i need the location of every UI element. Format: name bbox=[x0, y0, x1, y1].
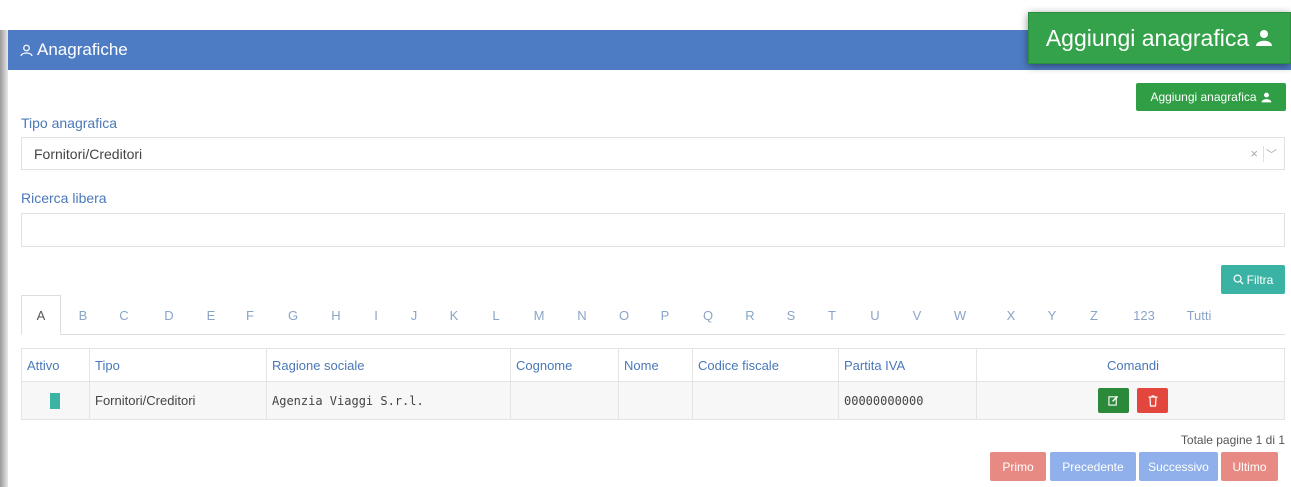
edit-button[interactable] bbox=[1097, 388, 1129, 413]
first-page-button[interactable]: Primo bbox=[990, 452, 1046, 481]
chevron-down-icon[interactable]: ﹀ bbox=[1266, 146, 1277, 162]
column-header-cognome[interactable]: Cognome bbox=[510, 348, 619, 382]
previous-page-button[interactable]: Precedente bbox=[1050, 452, 1136, 481]
last-page-button[interactable]: Ultimo bbox=[1221, 452, 1278, 481]
cell-nome bbox=[618, 381, 693, 420]
active-status-marker bbox=[50, 392, 60, 409]
search-icon bbox=[1233, 274, 1244, 285]
table-row: Fornitori/Creditori Agenzia Viaggi S.r.l… bbox=[21, 381, 1285, 420]
trash-icon bbox=[1148, 394, 1158, 407]
tab-o[interactable]: O bbox=[614, 295, 634, 335]
filter-label: Filtra bbox=[1246, 272, 1274, 287]
column-header-codice-fiscale[interactable]: Codice fiscale bbox=[692, 348, 839, 382]
page-title: Anagrafiche bbox=[37, 40, 128, 59]
users-icon bbox=[20, 44, 33, 56]
tab-y[interactable]: Y bbox=[1042, 295, 1062, 335]
tab-tutti[interactable]: Tutti bbox=[1181, 295, 1217, 335]
window-left-edge bbox=[0, 30, 8, 487]
cell-attivo bbox=[21, 381, 90, 420]
tab-e[interactable]: E bbox=[201, 295, 221, 335]
tab-i[interactable]: I bbox=[366, 295, 386, 335]
user-icon bbox=[1261, 92, 1271, 102]
tab-u[interactable]: U bbox=[865, 295, 885, 335]
cell-partita-iva: 00000000000 bbox=[838, 381, 977, 420]
cell-ragione-sociale: Agenzia Viaggi S.r.l. bbox=[266, 381, 511, 420]
tab-j[interactable]: J bbox=[404, 295, 424, 335]
edit-icon bbox=[1108, 395, 1118, 406]
alphabet-tabs: A B C D E F G H I J K L M N O P Q R S T … bbox=[21, 295, 1285, 335]
tab-p[interactable]: P bbox=[655, 295, 675, 335]
table-header-row: Attivo Tipo Ragione sociale Cognome Nome… bbox=[21, 348, 1285, 382]
tab-k[interactable]: K bbox=[444, 295, 464, 335]
tab-c[interactable]: C bbox=[114, 295, 134, 335]
column-header-nome[interactable]: Nome bbox=[618, 348, 693, 382]
tab-b[interactable]: B bbox=[73, 295, 93, 335]
tab-d[interactable]: D bbox=[159, 295, 179, 335]
column-header-ragione-sociale[interactable]: Ragione sociale bbox=[266, 348, 511, 382]
tab-z[interactable]: Z bbox=[1084, 295, 1104, 335]
tab-v[interactable]: V bbox=[907, 295, 927, 335]
next-page-button[interactable]: Successivo bbox=[1139, 452, 1218, 481]
tab-123[interactable]: 123 bbox=[1127, 295, 1161, 335]
tab-a[interactable]: A bbox=[21, 295, 61, 335]
tab-m[interactable]: M bbox=[529, 295, 549, 335]
type-select[interactable]: Fornitori/Creditori × ﹀ bbox=[21, 137, 1285, 170]
filter-button[interactable]: Filtra bbox=[1221, 265, 1285, 294]
type-select-value: Fornitori/Creditori bbox=[34, 145, 143, 162]
tab-q[interactable]: Q bbox=[698, 295, 718, 335]
cell-codice-fiscale bbox=[692, 381, 839, 420]
select-separator bbox=[1263, 146, 1264, 162]
user-icon bbox=[1256, 30, 1273, 46]
add-anagrafica-button-large[interactable]: Aggiungi anagrafica bbox=[1028, 12, 1291, 64]
tab-t[interactable]: T bbox=[822, 295, 842, 335]
type-label: Tipo anagrafica bbox=[21, 115, 117, 131]
tab-g[interactable]: G bbox=[283, 295, 303, 335]
cell-comandi bbox=[976, 381, 1285, 420]
cell-tipo: Fornitori/Creditori bbox=[89, 381, 267, 420]
tab-r[interactable]: R bbox=[740, 295, 760, 335]
anagrafiche-table: Attivo Tipo Ragione sociale Cognome Nome… bbox=[21, 348, 1285, 420]
tab-l[interactable]: L bbox=[486, 295, 506, 335]
delete-button[interactable] bbox=[1137, 388, 1169, 413]
tab-f[interactable]: F bbox=[240, 295, 260, 335]
column-header-comandi: Comandi bbox=[976, 348, 1285, 382]
tab-s[interactable]: S bbox=[781, 295, 801, 335]
search-label: Ricerca libera bbox=[21, 190, 107, 206]
tab-n[interactable]: N bbox=[572, 295, 592, 335]
tab-x[interactable]: X bbox=[1001, 295, 1021, 335]
add-anagrafica-label: Aggiungi anagrafica bbox=[1045, 24, 1250, 51]
column-header-attivo[interactable]: Attivo bbox=[21, 348, 90, 382]
pagination: Primo Precedente Successivo Ultimo bbox=[990, 452, 1278, 481]
page-summary: Totale pagine 1 di 1 bbox=[1180, 433, 1285, 447]
clear-icon[interactable]: × bbox=[1250, 146, 1258, 161]
add-anagrafica-button[interactable]: Aggiungi anagrafica bbox=[1136, 83, 1286, 111]
add-anagrafica-label: Aggiungi anagrafica bbox=[1150, 90, 1257, 104]
column-header-tipo[interactable]: Tipo bbox=[89, 348, 267, 382]
column-header-partita-iva[interactable]: Partita IVA bbox=[838, 348, 977, 382]
cell-cognome bbox=[510, 381, 619, 420]
search-input[interactable] bbox=[21, 213, 1285, 247]
tab-w[interactable]: W bbox=[948, 295, 972, 335]
tab-h[interactable]: H bbox=[326, 295, 346, 335]
